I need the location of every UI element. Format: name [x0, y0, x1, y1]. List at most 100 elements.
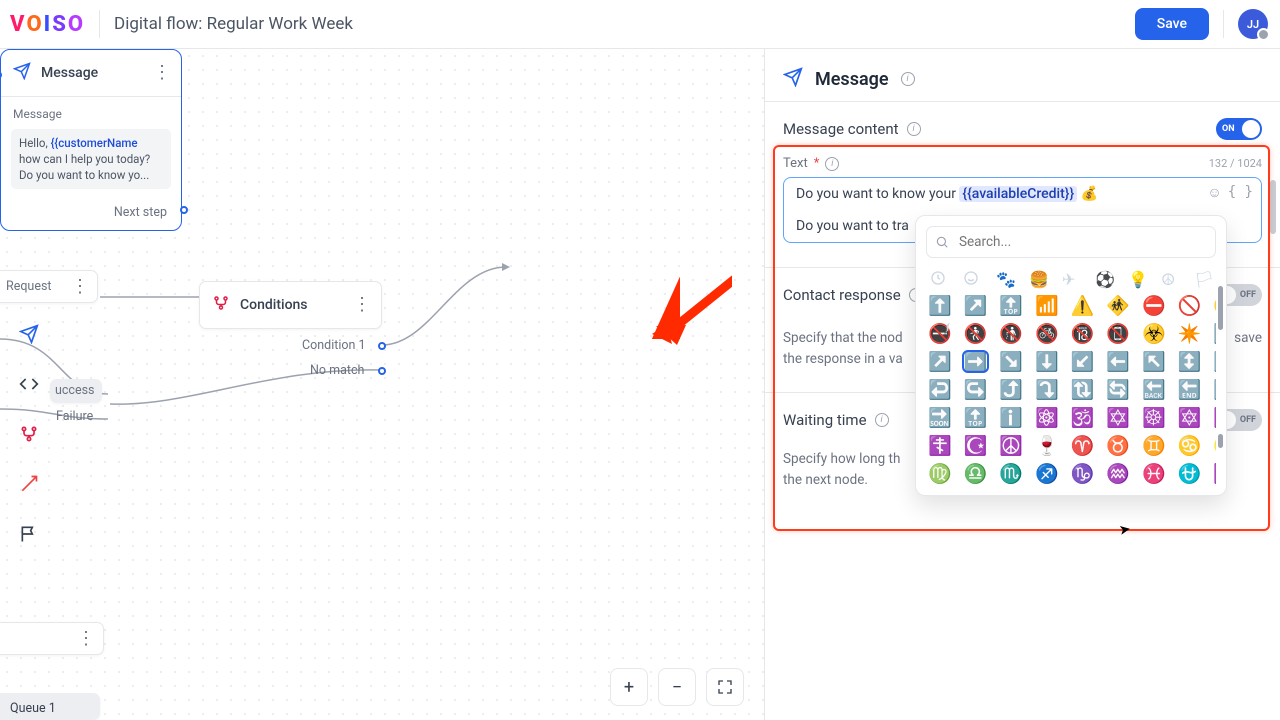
emoji-cell[interactable]: 🔙 [1142, 380, 1166, 399]
emoji-search-input[interactable] [926, 226, 1216, 258]
emoji-cell[interactable]: ⚠️ [1071, 296, 1095, 315]
emoji-cell[interactable]: 🔯 [1178, 408, 1202, 427]
animals-icon[interactable]: 🐾 [996, 270, 1014, 286]
emoji-cell[interactable]: ♍ [928, 464, 952, 483]
chip-queue[interactable]: Queue 1 [0, 693, 100, 720]
node-generic-partial[interactable]: ⋮ [0, 622, 104, 655]
emoji-cell[interactable]: ♒ [1106, 464, 1130, 483]
emoji-cell[interactable]: 🔚 [1178, 380, 1202, 399]
scrollbar[interactable] [1270, 180, 1276, 234]
emoji-cell[interactable]: ⬆️ [928, 296, 952, 315]
emoji-cell[interactable]: 🔄 [1106, 380, 1130, 399]
emoji-cell[interactable]: 🚭 [928, 324, 952, 343]
emoji-cell[interactable]: 📵 [1106, 324, 1130, 343]
emoji-cell[interactable]: ☪️ [964, 436, 988, 455]
emoji-cell[interactable]: ✡️ [1106, 408, 1130, 427]
emoji-cell[interactable]: ↗️ [928, 352, 952, 371]
emoji-cell[interactable]: 🔝 [964, 408, 988, 427]
send-icon[interactable] [10, 309, 48, 359]
emoji-cell[interactable]: ↔️ [1213, 352, 1216, 371]
emoji-cell[interactable]: ↖️ [1142, 352, 1166, 371]
emoji-cell[interactable]: 📶 [1035, 296, 1059, 315]
emoji-cell[interactable]: ☦️ [928, 436, 952, 455]
objects-icon[interactable]: 💡 [1128, 270, 1146, 286]
emoji-cell[interactable]: ↙️ [1071, 352, 1095, 371]
emoji-cell[interactable]: ☸️ [1142, 408, 1166, 427]
flags-icon[interactable]: 🏳 [1194, 270, 1212, 286]
redirect-icon[interactable] [10, 459, 48, 509]
emoji-cell[interactable]: ⚛️ [1035, 408, 1059, 427]
fullscreen-button[interactable] [706, 668, 744, 706]
info-icon[interactable]: i [825, 157, 839, 171]
emoji-cell[interactable]: 🕉️ [1071, 408, 1095, 427]
output-port[interactable] [180, 206, 188, 214]
node-message[interactable]: Message ⋮ Message Hello, {{customerName … [0, 49, 182, 231]
activities-icon[interactable]: ⚽ [1095, 270, 1113, 286]
info-icon[interactable]: i [907, 122, 921, 136]
node-request-partial[interactable]: Request ⋮ [0, 270, 98, 303]
emoji-cell[interactable]: ☣️ [1142, 324, 1166, 343]
zoom-out-button[interactable]: − [658, 668, 696, 706]
emoji-cell[interactable]: ⤵️ [1035, 380, 1059, 399]
output-port[interactable] [378, 342, 386, 350]
travel-icon[interactable]: ✈ [1062, 270, 1080, 286]
emoji-cell[interactable]: 🔃 [1071, 380, 1095, 399]
code-icon[interactable] [10, 359, 48, 409]
info-icon[interactable]: i [875, 413, 889, 427]
save-button[interactable]: Save [1135, 8, 1209, 40]
emoji-cell[interactable]: ↗️ [964, 296, 988, 315]
scrollbar[interactable] [1218, 286, 1223, 330]
emoji-cell[interactable]: 🚳 [1035, 324, 1059, 343]
avatar[interactable]: JJ [1238, 9, 1268, 39]
emoji-cell[interactable]: 🍷 [1035, 436, 1059, 455]
emoji-cell[interactable]: ♈ [1071, 436, 1095, 455]
output-port[interactable] [378, 367, 386, 375]
emoji-cell[interactable]: ↩️ [928, 380, 952, 399]
emoji-cell[interactable]: ✝️ [1213, 408, 1216, 427]
zoom-in-button[interactable]: + [610, 668, 648, 706]
emoji-cell[interactable]: ♋ [1178, 436, 1202, 455]
emoji-picker[interactable]: 🐾 🍔 ✈ ⚽ 💡 ☮ 🏳 ⬆️↗️🔝📶⚠️🚸⛔🚫☢️🚭🚷🚯🚳🔞📵☣️✴️⬆️↗… [915, 215, 1227, 496]
emoji-cell[interactable]: 🚫 [1178, 296, 1202, 315]
emoji-cell[interactable]: ⤴️ [999, 380, 1023, 399]
menu-icon[interactable]: ⋮ [71, 284, 89, 290]
food-icon[interactable]: 🍔 [1029, 270, 1047, 286]
symbols-icon[interactable]: ☮ [1161, 270, 1179, 286]
emoji-cell[interactable]: ↘️ [999, 352, 1023, 371]
menu-icon[interactable]: ⋮ [153, 70, 171, 76]
emoji-cell[interactable]: ✴️ [1178, 324, 1202, 343]
emoji-cell[interactable]: ⛔ [1142, 296, 1166, 315]
emoji-cell[interactable]: ⛎ [1178, 464, 1202, 483]
emoji-cell[interactable]: 🔛 [1213, 380, 1216, 399]
emoji-cell[interactable]: 🚷 [964, 324, 988, 343]
variable-icon[interactable]: { } [1228, 184, 1253, 201]
emoji-cell[interactable]: ↪️ [964, 380, 988, 399]
emoji-category-tabs[interactable]: 🐾 🍔 ✈ ⚽ 💡 ☮ 🏳 [926, 266, 1216, 294]
emoji-cell[interactable]: ⬇️ [1035, 352, 1059, 371]
emoji-cell[interactable]: 🚯 [999, 324, 1023, 343]
emoji-cell[interactable]: 🔞 [1071, 324, 1095, 343]
emoji-cell[interactable]: ⬅️ [1106, 352, 1130, 371]
menu-icon[interactable]: ⋮ [353, 302, 371, 308]
emoji-cell[interactable]: ℹ️ [999, 408, 1023, 427]
emoji-icon[interactable]: ☺ [1207, 184, 1221, 201]
emoji-cell[interactable]: ♎ [964, 464, 988, 483]
emoji-cell[interactable]: 🆔 [1213, 464, 1216, 483]
emoji-cell[interactable]: ♑ [1071, 464, 1095, 483]
emoji-cell[interactable]: ♌ [1213, 436, 1216, 455]
flow-canvas[interactable]: Request ⋮ uccess Failure ⋮ Queue 1 Condi… [0, 49, 764, 720]
emoji-cell[interactable]: ↕️ [1178, 352, 1202, 371]
toggle-content[interactable]: ON [1216, 118, 1262, 140]
menu-icon[interactable]: ⋮ [77, 636, 95, 642]
emoji-cell[interactable]: ♊ [1142, 436, 1166, 455]
emoji-cell[interactable]: ♓ [1142, 464, 1166, 483]
emoji-cell[interactable]: ➡️ [964, 352, 988, 371]
emoji-cell[interactable]: 🔝 [999, 296, 1023, 315]
emoji-cell[interactable]: ☮️ [999, 436, 1023, 455]
info-icon[interactable]: i [901, 72, 915, 86]
recent-icon[interactable] [930, 270, 948, 286]
flag-icon[interactable] [10, 509, 48, 559]
emoji-cell[interactable]: ♐ [1035, 464, 1059, 483]
emoji-cell[interactable]: ☢️ [1213, 296, 1216, 315]
emoji-cell[interactable]: 🔜 [928, 408, 952, 427]
